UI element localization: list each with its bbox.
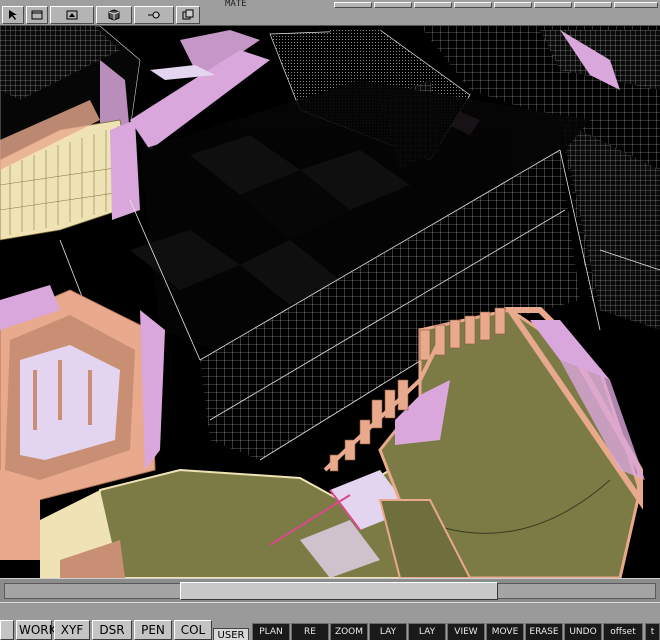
mode-dsr-button[interactable]: DSR: [92, 620, 132, 640]
slider-tool-button[interactable]: [134, 6, 174, 24]
toolbar-tab-2[interactable]: [374, 2, 412, 8]
select-arrow-button[interactable]: [2, 6, 24, 24]
top-toolbar: MATE: [0, 0, 660, 26]
mode-col-button[interactable]: COL: [174, 620, 212, 640]
zoom-button[interactable]: ZOOM: [330, 623, 368, 640]
toolbar-tab-5[interactable]: [494, 2, 532, 8]
architectural-model-render: [0, 26, 660, 578]
toolbar-tab-1[interactable]: [334, 2, 372, 8]
command-bar: WORK XYF DSR PEN COL USER PLAN RE ZOOM L…: [0, 602, 660, 640]
toolbar-tab-8[interactable]: [614, 2, 658, 8]
mode-pen-button[interactable]: PEN: [134, 620, 172, 640]
more-commands-button[interactable]: t: [645, 623, 660, 640]
mode-work-button[interactable]: WORK: [16, 620, 57, 640]
erase-button[interactable]: ERASE: [525, 623, 563, 640]
offset-button[interactable]: offset: [603, 623, 643, 640]
user-tab[interactable]: USER: [213, 628, 249, 640]
plan-button[interactable]: PLAN: [252, 623, 290, 640]
mode-xyf-button[interactable]: XYF: [54, 620, 90, 640]
layer-button-1[interactable]: LAY: [369, 623, 407, 640]
image-edit-icon: [66, 10, 78, 20]
horizontal-scrollbar[interactable]: [0, 578, 660, 602]
cube-button[interactable]: [96, 6, 132, 24]
layer-button-2[interactable]: LAY: [408, 623, 446, 640]
toolbar-tab-6[interactable]: [534, 2, 572, 8]
cube-icon: [108, 9, 120, 21]
image-edit-button[interactable]: [50, 6, 94, 24]
toolbar-tab-3[interactable]: [414, 2, 452, 8]
window-title-fragment: MATE: [225, 0, 247, 8]
toolbar-tab-4[interactable]: [454, 2, 492, 8]
undo-button[interactable]: UNDO: [564, 623, 602, 640]
copy-button[interactable]: [176, 6, 200, 24]
slider-tool-icon: [148, 11, 160, 19]
toolbar-tab-7[interactable]: [574, 2, 612, 8]
scrollbar-thumb[interactable]: [180, 582, 498, 600]
cad-3d-viewport[interactable]: [0, 26, 660, 578]
view-button[interactable]: VIEW: [447, 623, 485, 640]
window-button[interactable]: [26, 6, 48, 24]
select-arrow-icon: [9, 10, 17, 20]
redraw-button[interactable]: RE: [291, 623, 329, 640]
window-icon: [31, 10, 43, 20]
corner-button[interactable]: [0, 620, 14, 640]
move-button[interactable]: MOVE: [486, 623, 524, 640]
copy-icon: [182, 9, 194, 20]
